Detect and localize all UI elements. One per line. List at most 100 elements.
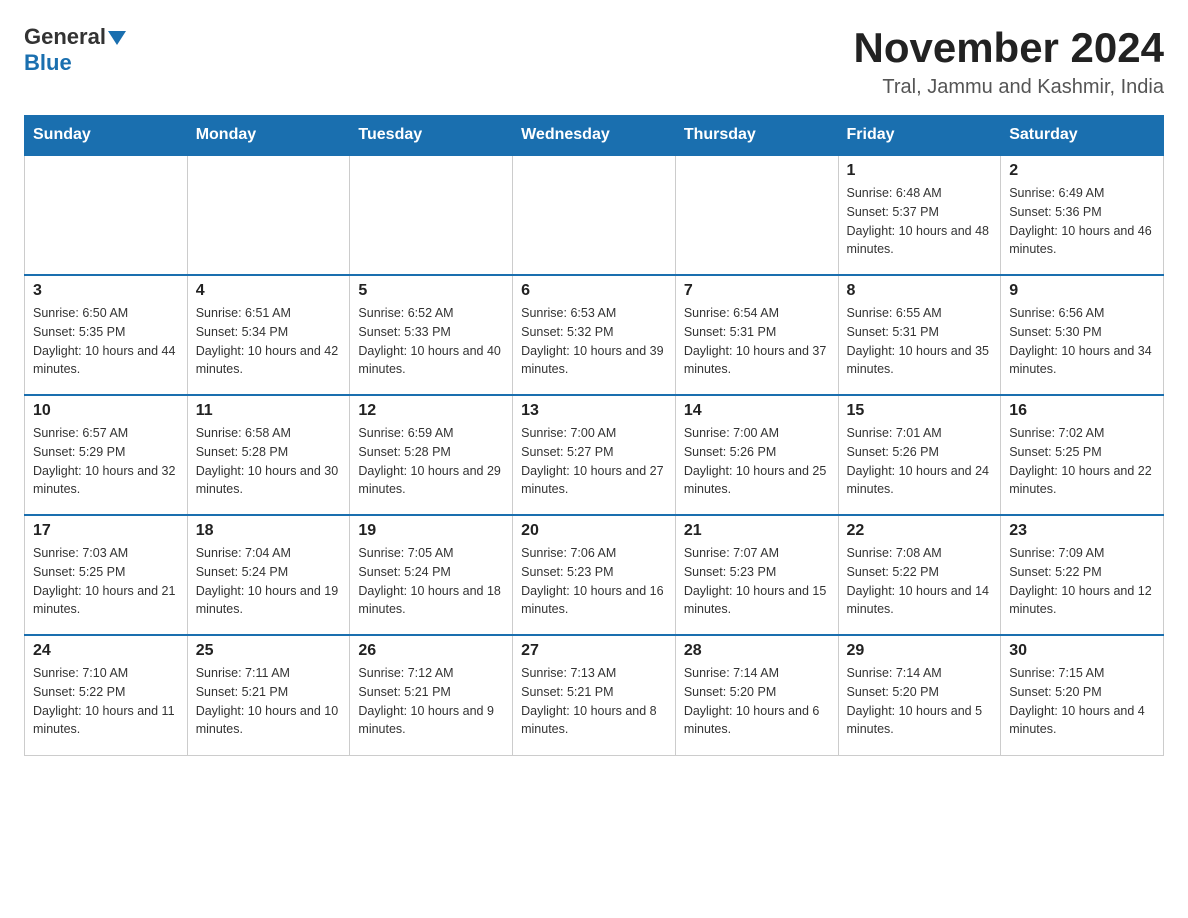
- month-title: November 2024: [853, 24, 1164, 72]
- day-number: 24: [33, 642, 179, 660]
- day-info: Sunrise: 7:09 AMSunset: 5:22 PMDaylight:…: [1009, 544, 1155, 619]
- calendar-cell: 2Sunrise: 6:49 AMSunset: 5:36 PMDaylight…: [1001, 155, 1164, 275]
- day-number: 13: [521, 402, 667, 420]
- title-area: November 2024 Tral, Jammu and Kashmir, I…: [853, 24, 1164, 99]
- day-info: Sunrise: 7:00 AMSunset: 5:27 PMDaylight:…: [521, 424, 667, 499]
- calendar-cell: 27 Sunrise: 7:13 AMSunset: 5:21 PMDayligh…: [513, 635, 676, 755]
- calendar-cell: 22 Sunrise: 7:08 AMSunset: 5:22 PMDayligh…: [838, 515, 1001, 635]
- day-number: 11: [196, 402, 342, 420]
- calendar-cell: 13 Sunrise: 7:00 AMSunset: 5:27 PMDayligh…: [513, 395, 676, 515]
- weekday-header-sunday: Sunday: [25, 116, 188, 156]
- day-number: 17: [33, 522, 179, 540]
- weekday-header-row: SundayMondayTuesdayWednesdayThursdayFrid…: [25, 116, 1164, 156]
- day-number: 8: [847, 282, 993, 300]
- day-number: 2: [1009, 162, 1155, 180]
- weekday-header-friday: Friday: [838, 116, 1001, 156]
- calendar-cell: 29Sunrise: 7:14 AMSunset: 5:20 PMDayligh…: [838, 635, 1001, 755]
- day-info: Sunrise: 6:53 AMSunset: 5:32 PMDaylight:…: [521, 304, 667, 379]
- weekday-header-saturday: Saturday: [1001, 116, 1164, 156]
- logo: General Blue: [24, 24, 126, 76]
- day-info: Sunrise: 6:58 AMSunset: 5:28 PMDaylight:…: [196, 424, 342, 499]
- day-info: Sunrise: 6:54 AMSunset: 5:31 PMDaylight:…: [684, 304, 830, 379]
- day-info: Sunrise: 6:55 AMSunset: 5:31 PMDaylight:…: [847, 304, 993, 379]
- day-number: 7: [684, 282, 830, 300]
- day-number: 26: [358, 642, 504, 660]
- logo-blue-text: Blue: [24, 50, 72, 75]
- week-row-5: 24Sunrise: 7:10 AMSunset: 5:22 PMDayligh…: [25, 635, 1164, 755]
- day-number: 30: [1009, 642, 1155, 660]
- calendar-cell: 28 Sunrise: 7:14 AMSunset: 5:20 PMDayligh…: [675, 635, 838, 755]
- weekday-header-monday: Monday: [187, 116, 350, 156]
- day-info: Sunrise: 7:01 AMSunset: 5:26 PMDaylight:…: [847, 424, 993, 499]
- day-number: 22: [847, 522, 993, 540]
- day-info: Sunrise: 6:56 AMSunset: 5:30 PMDaylight:…: [1009, 304, 1155, 379]
- day-number: 9: [1009, 282, 1155, 300]
- logo-triangle-icon: [108, 31, 126, 45]
- calendar-cell: 14 Sunrise: 7:00 AMSunset: 5:26 PMDayligh…: [675, 395, 838, 515]
- day-info: Sunrise: 7:12 AMSunset: 5:21 PMDaylight:…: [358, 664, 504, 739]
- day-info: Sunrise: 6:51 AMSunset: 5:34 PMDaylight:…: [196, 304, 342, 379]
- week-row-1: 1 Sunrise: 6:48 AMSunset: 5:37 PMDaylight…: [25, 155, 1164, 275]
- day-info: Sunrise: 7:07 AMSunset: 5:23 PMDaylight:…: [684, 544, 830, 619]
- day-info: Sunrise: 7:13 AMSunset: 5:21 PMDaylight:…: [521, 664, 667, 739]
- day-number: 28: [684, 642, 830, 660]
- day-number: 21: [684, 522, 830, 540]
- day-info: Sunrise: 7:14 AMSunset: 5:20 PMDaylight:…: [684, 664, 830, 739]
- calendar-cell: 23 Sunrise: 7:09 AMSunset: 5:22 PMDayligh…: [1001, 515, 1164, 635]
- day-number: 27: [521, 642, 667, 660]
- day-info: Sunrise: 6:48 AMSunset: 5:37 PMDaylight:…: [847, 184, 993, 259]
- calendar-cell: 15 Sunrise: 7:01 AMSunset: 5:26 PMDayligh…: [838, 395, 1001, 515]
- calendar-cell: 12Sunrise: 6:59 AMSunset: 5:28 PMDayligh…: [350, 395, 513, 515]
- weekday-header-tuesday: Tuesday: [350, 116, 513, 156]
- day-number: 1: [847, 162, 993, 180]
- calendar-cell: 11 Sunrise: 6:58 AMSunset: 5:28 PMDayligh…: [187, 395, 350, 515]
- day-number: 18: [196, 522, 342, 540]
- weekday-header-wednesday: Wednesday: [513, 116, 676, 156]
- day-number: 15: [847, 402, 993, 420]
- calendar-cell: [675, 155, 838, 275]
- calendar-cell: [513, 155, 676, 275]
- day-info: Sunrise: 7:04 AMSunset: 5:24 PMDaylight:…: [196, 544, 342, 619]
- calendar-table: SundayMondayTuesdayWednesdayThursdayFrid…: [24, 115, 1164, 756]
- calendar-cell: 20Sunrise: 7:06 AMSunset: 5:23 PMDayligh…: [513, 515, 676, 635]
- day-info: Sunrise: 7:03 AMSunset: 5:25 PMDaylight:…: [33, 544, 179, 619]
- calendar-cell: 30 Sunrise: 7:15 AMSunset: 5:20 PMDayligh…: [1001, 635, 1164, 755]
- calendar-cell: 17 Sunrise: 7:03 AMSunset: 5:25 PMDayligh…: [25, 515, 188, 635]
- calendar-cell: 3 Sunrise: 6:50 AMSunset: 5:35 PMDaylight…: [25, 275, 188, 395]
- day-number: 6: [521, 282, 667, 300]
- calendar-cell: 10Sunrise: 6:57 AMSunset: 5:29 PMDayligh…: [25, 395, 188, 515]
- day-info: Sunrise: 6:59 AMSunset: 5:28 PMDaylight:…: [358, 424, 504, 499]
- day-info: Sunrise: 7:02 AMSunset: 5:25 PMDaylight:…: [1009, 424, 1155, 499]
- day-info: Sunrise: 7:15 AMSunset: 5:20 PMDaylight:…: [1009, 664, 1155, 739]
- calendar-cell: 26 Sunrise: 7:12 AMSunset: 5:21 PMDayligh…: [350, 635, 513, 755]
- day-number: 19: [358, 522, 504, 540]
- week-row-3: 10Sunrise: 6:57 AMSunset: 5:29 PMDayligh…: [25, 395, 1164, 515]
- location-title: Tral, Jammu and Kashmir, India: [853, 76, 1164, 99]
- calendar-cell: 1 Sunrise: 6:48 AMSunset: 5:37 PMDaylight…: [838, 155, 1001, 275]
- day-info: Sunrise: 7:00 AMSunset: 5:26 PMDaylight:…: [684, 424, 830, 499]
- day-number: 25: [196, 642, 342, 660]
- calendar-cell: 6 Sunrise: 6:53 AMSunset: 5:32 PMDaylight…: [513, 275, 676, 395]
- day-info: Sunrise: 7:11 AMSunset: 5:21 PMDaylight:…: [196, 664, 342, 739]
- calendar-cell: 24Sunrise: 7:10 AMSunset: 5:22 PMDayligh…: [25, 635, 188, 755]
- calendar-cell: 9 Sunrise: 6:56 AMSunset: 5:30 PMDaylight…: [1001, 275, 1164, 395]
- day-number: 23: [1009, 522, 1155, 540]
- day-number: 3: [33, 282, 179, 300]
- calendar-cell: 8 Sunrise: 6:55 AMSunset: 5:31 PMDaylight…: [838, 275, 1001, 395]
- calendar-cell: [25, 155, 188, 275]
- calendar-cell: [350, 155, 513, 275]
- day-number: 5: [358, 282, 504, 300]
- day-info: Sunrise: 7:08 AMSunset: 5:22 PMDaylight:…: [847, 544, 993, 619]
- day-number: 29: [847, 642, 993, 660]
- day-info: Sunrise: 7:05 AMSunset: 5:24 PMDaylight:…: [358, 544, 504, 619]
- calendar-cell: [187, 155, 350, 275]
- page-header: General Blue November 2024 Tral, Jammu a…: [24, 24, 1164, 99]
- calendar-cell: 4Sunrise: 6:51 AMSunset: 5:34 PMDaylight…: [187, 275, 350, 395]
- week-row-4: 17 Sunrise: 7:03 AMSunset: 5:25 PMDayligh…: [25, 515, 1164, 635]
- weekday-header-thursday: Thursday: [675, 116, 838, 156]
- day-info: Sunrise: 6:57 AMSunset: 5:29 PMDaylight:…: [33, 424, 179, 499]
- day-info: Sunrise: 7:06 AMSunset: 5:23 PMDaylight:…: [521, 544, 667, 619]
- day-number: 14: [684, 402, 830, 420]
- day-info: Sunrise: 6:52 AMSunset: 5:33 PMDaylight:…: [358, 304, 504, 379]
- day-info: Sunrise: 6:50 AMSunset: 5:35 PMDaylight:…: [33, 304, 179, 379]
